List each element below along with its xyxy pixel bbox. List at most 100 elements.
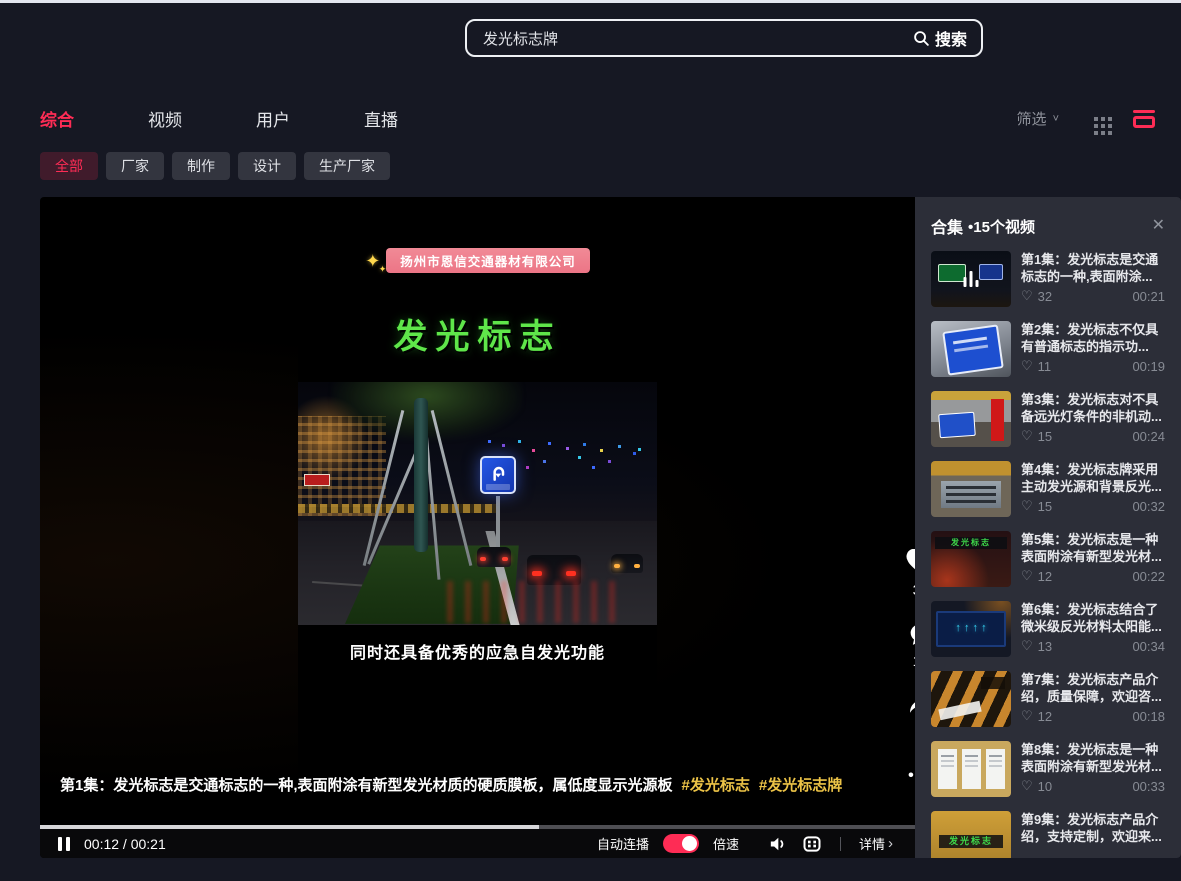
item-title: 第8集：发光标志是一种表面附涂有新型发光材... [1021,741,1165,775]
item-meta: ♡ 32 00:21 [1021,288,1165,304]
video-overlay-title: 发光标志 [298,309,657,358]
chevron-down-icon: ˅ [1053,113,1059,125]
video-thumbnail [931,531,1011,587]
search-box: 搜索 [465,19,983,57]
video-frame: ✦✦ 扬州市恩信交通器材有限公司 发光标志 [298,197,657,833]
hashtag-link[interactable]: #发光标志 [682,777,750,794]
taillight-reflections [447,581,627,623]
video-caption: 第1集：发光标志是交通标志的一种,表面附涂有新型发光材质的硬质膜板，属低度显示光… [60,776,851,796]
collection-item[interactable]: 第2集：发光标志不仅具有普通标志的指示功... ♡ 11 00:19 [931,321,1165,377]
filter-chip[interactable]: 全部 [40,152,98,180]
item-like-count: 12 [1038,709,1052,724]
close-icon[interactable]: ✕ [1152,218,1165,234]
item-body: 第3集：发光标志对不具备远光灯条件的非机动... ♡ 15 00:24 [1021,391,1165,447]
video-thumbnail [931,251,1011,307]
playing-equalizer-icon [964,271,979,287]
heart-outline-icon: ♡ [1021,568,1033,584]
item-meta: ♡ 15 00:24 [1021,428,1165,444]
collection-item[interactable]: 第8集：发光标志是一种表面附涂有新型发光材... ♡ 10 00:33 [931,741,1165,797]
item-title: 第5集：发光标志是一种表面附涂有新型发光材... [1021,531,1165,565]
time-display: 00:12 / 00:21 [84,836,166,852]
uturn-sign [480,456,516,494]
toggle-knob [682,836,697,851]
item-like-count: 15 [1038,499,1052,514]
hashtag-link[interactable]: #发光标志牌 [759,777,842,794]
filter-chip[interactable]: 制作 [172,152,230,180]
item-body: 第9集：发光标志产品介绍，支持定制，欢迎来... [1021,811,1165,858]
item-duration: 00:32 [1132,499,1165,514]
shop-sign [304,474,330,486]
uturn-sign-subtext [486,484,510,490]
search-icon [913,30,930,47]
view-controls: 筛选 ˅ [1017,108,1155,129]
video-banner-row: ✦✦ 扬州市恩信交通器材有限公司 [298,248,657,273]
sparkle-icon: ✦✦ [365,252,380,270]
item-meta: ♡ 13 00:34 [1021,638,1165,654]
pause-button[interactable] [58,837,70,851]
heart-outline-icon: ♡ [1021,638,1033,654]
item-like-count: 15 [1038,429,1052,444]
collection-item[interactable]: 第5集：发光标志是一种表面附涂有新型发光材... ♡ 12 00:22 [931,531,1165,587]
top-divider [0,0,1181,3]
item-like-count: 11 [1038,359,1052,374]
video-player[interactable]: ✦✦ 扬州市恩信交通器材有限公司 发光标志 [40,197,1181,858]
item-body: 第6集：发光标志结合了微米级反光材料太阳能... ♡ 13 00:34 [1021,601,1165,657]
collection-item[interactable]: 第9集：发光标志产品介绍，支持定制，欢迎来... [931,811,1165,858]
collection-item[interactable]: 第7集：发光标志产品介绍，质量保障，欢迎咨... ♡ 12 00:18 [931,671,1165,727]
filter-chips: 全部 厂家 制作 设计 生产厂家 [40,152,390,180]
control-row: 00:12 / 00:21 自动连播 倍速 [40,829,915,858]
tab[interactable]: 用户 [256,106,290,131]
item-duration: 00:34 [1132,639,1165,654]
collection-title: 合集 [931,214,963,238]
caption-text: 第1集：发光标志是交通标志的一种,表面附涂有新型发光材质的硬质膜板，属低度显示光… [60,777,673,794]
heart-outline-icon: ♡ [1021,428,1033,444]
item-meta: ♡ 12 00:22 [1021,568,1165,584]
collection-item[interactable]: 第4集：发光标志牌采用主动发光源和背景反光... ♡ 15 00:32 [931,461,1165,517]
collection-item[interactable]: 第3集：发光标志对不具备远光灯条件的非机动... ♡ 15 00:24 [931,391,1165,447]
speed-button[interactable]: 倍速 [713,834,739,853]
item-title: 第9集：发光标志产品介绍，支持定制，欢迎来... [1021,811,1165,845]
video-thumbnail [931,461,1011,517]
item-duration: 00:22 [1132,569,1165,584]
filter-chip[interactable]: 厂家 [106,152,164,180]
item-title: 第2集：发光标志不仅具有普通标志的指示功... [1021,321,1165,355]
autoplay-toggle[interactable] [663,834,699,853]
chevron-right-icon: › [888,835,893,852]
item-body: 第4集：发光标志牌采用主动发光源和背景反光... ♡ 15 00:32 [1021,461,1165,517]
filter-button[interactable]: 筛选 ˅ [1017,108,1059,129]
item-duration: 00:33 [1132,779,1165,794]
filter-chip[interactable]: 设计 [238,152,296,180]
search-button[interactable]: 搜索 [913,26,967,50]
filter-chip[interactable]: 生产厂家 [304,152,390,180]
item-title: 第7集：发光标志产品介绍，质量保障，欢迎咨... [1021,671,1165,705]
tab[interactable]: 视频 [148,106,182,131]
tab[interactable]: 直播 [364,106,398,131]
tab[interactable]: 综合 [40,106,74,131]
divider [840,837,841,851]
autoplay-label: 自动连播 [597,834,649,853]
details-button[interactable]: 详情 › [859,834,893,853]
video-thumbnail [931,811,1011,858]
item-body: 第7集：发光标志产品介绍，质量保障，欢迎咨... ♡ 12 00:18 [1021,671,1165,727]
collection-panel: 合集 •15个视频 ✕ 第1集：发光标志是交通标志的一种,表面附涂... ♡ [915,197,1181,858]
details-label: 详情 [859,834,885,853]
collection-item[interactable]: 第6集：发光标志结合了微米级反光材料太阳能... ♡ 13 00:34 [931,601,1165,657]
item-meta: ♡ 11 00:19 [1021,358,1165,374]
theater-mode-icon[interactable] [802,834,822,854]
single-column-view-icon[interactable] [1133,110,1155,128]
video-thumbnail [931,321,1011,377]
volume-icon[interactable] [767,834,788,854]
item-meta: ♡ 12 00:18 [1021,708,1165,724]
item-body: 第8集：发光标志是一种表面附涂有新型发光材... ♡ 10 00:33 [1021,741,1165,797]
item-meta: ♡ 10 00:33 [1021,778,1165,794]
item-meta: ♡ 15 00:32 [1021,498,1165,514]
collection-item[interactable]: 第1集：发光标志是交通标志的一种,表面附涂... ♡ 32 00:21 [931,251,1165,307]
item-body: 第1集：发光标志是交通标志的一种,表面附涂... ♡ 32 00:21 [1021,251,1165,307]
item-title: 第6集：发光标志结合了微米级反光材料太阳能... [1021,601,1165,635]
search-button-label: 搜索 [935,26,967,50]
car [477,547,511,567]
heart-outline-icon: ♡ [1021,778,1033,794]
sign-pole [496,496,500,554]
search-input[interactable] [483,30,913,47]
grid-view-icon[interactable] [1094,117,1098,121]
